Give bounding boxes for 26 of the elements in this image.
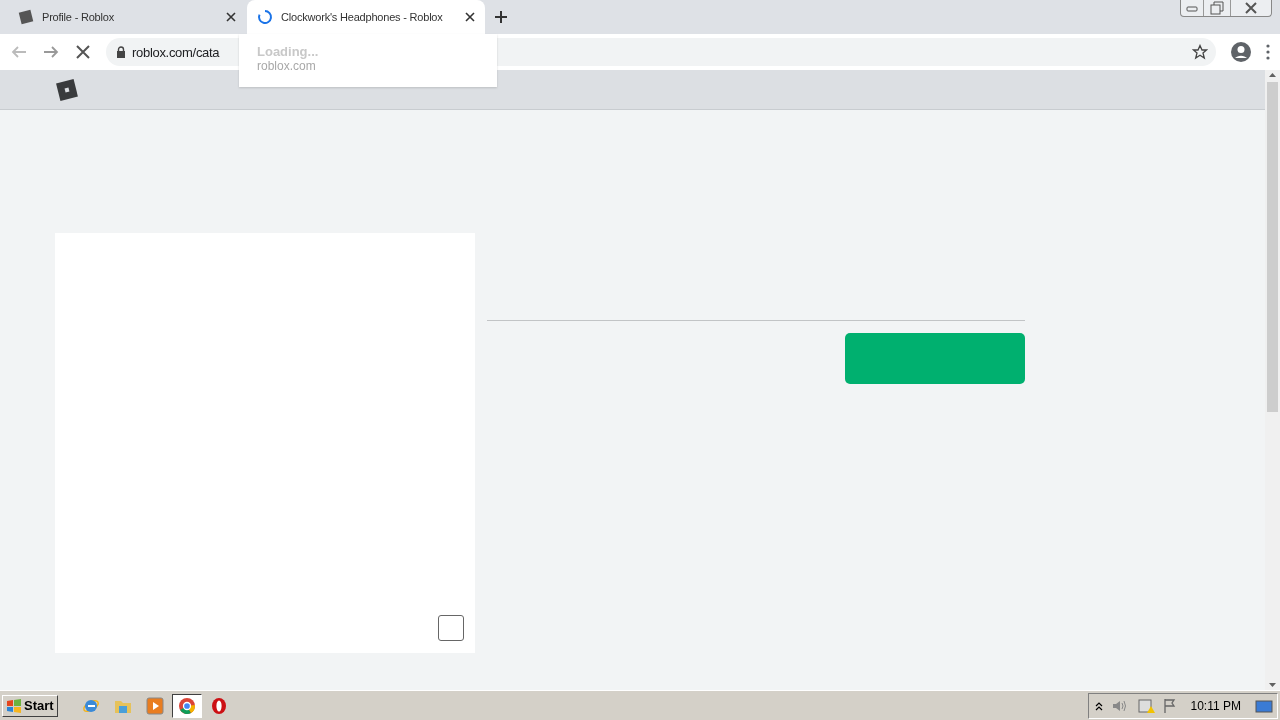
account-icon[interactable]	[1230, 41, 1252, 63]
chevron-up-icon[interactable]	[1094, 700, 1103, 711]
browser-tab[interactable]: Clockwork's Headphones - Roblox	[247, 0, 485, 34]
roblox-logo-icon	[55, 77, 79, 102]
close-icon[interactable]	[465, 12, 475, 22]
media-player-icon[interactable]	[145, 696, 164, 715]
menu-icon[interactable]	[1266, 44, 1270, 60]
scroll-down-icon[interactable]	[1268, 680, 1277, 690]
chrome-icon[interactable]	[177, 696, 196, 715]
loading-spinner-icon	[257, 9, 273, 25]
scrollbar[interactable]	[1265, 70, 1280, 690]
opera-icon[interactable]	[209, 696, 228, 715]
close-icon[interactable]	[226, 12, 236, 22]
bookmark-star-icon[interactable]	[1192, 44, 1208, 60]
browser-tab[interactable]: Profile - Roblox	[8, 0, 246, 34]
lock-icon	[116, 46, 126, 58]
windows-logo-icon	[6, 698, 22, 713]
scroll-up-icon[interactable]	[1268, 70, 1277, 80]
roblox-logo-icon	[18, 9, 34, 25]
clock[interactable]: 10:11 PM	[1190, 698, 1241, 713]
new-tab-icon[interactable]	[494, 10, 508, 24]
start-button[interactable]: Start	[2, 694, 58, 717]
show-desktop-icon[interactable]	[1255, 698, 1273, 713]
checkbox[interactable]	[438, 615, 464, 641]
flag-icon[interactable]	[1162, 697, 1177, 714]
stop-icon[interactable]	[74, 43, 92, 61]
